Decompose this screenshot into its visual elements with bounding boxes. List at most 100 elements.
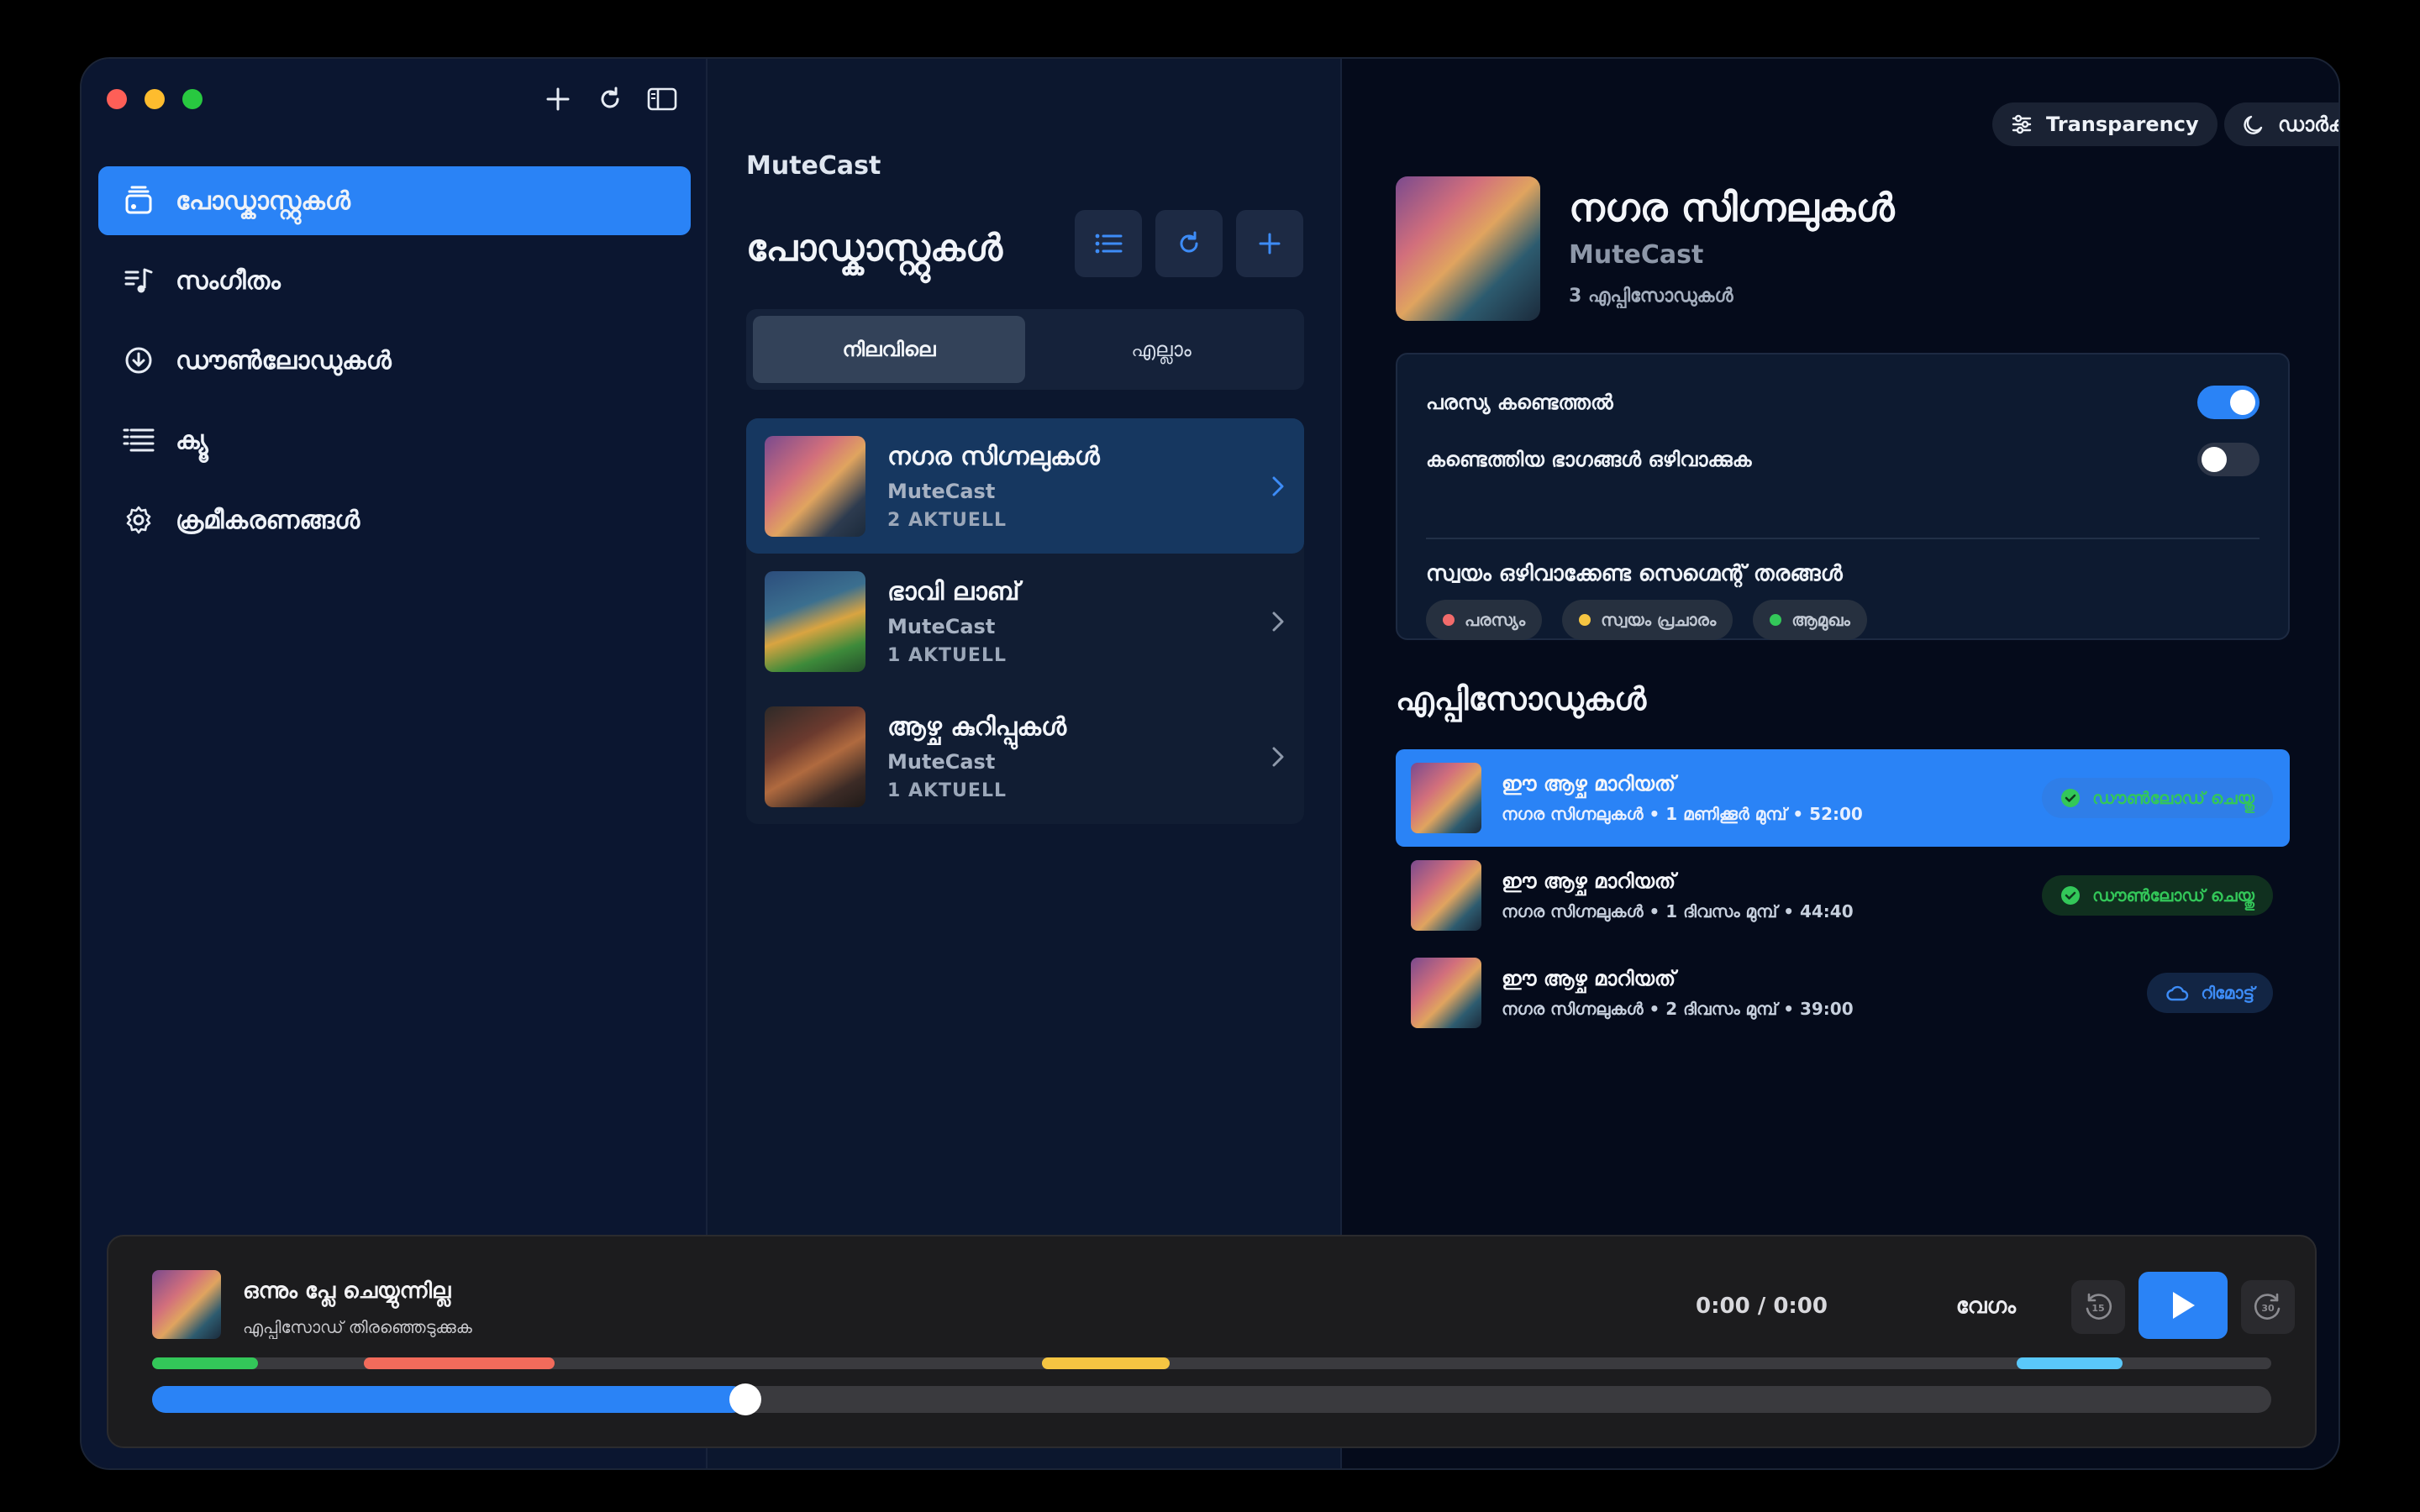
episode-row[interactable]: ഈ ആഴ്ച മാറിയത് നഗര സിഗ്നലുകൾ • 1 ദിവസം മ… bbox=[1396, 847, 2290, 944]
sidebar-item-podcasts[interactable]: പോഡ്കാസ്റ്റുകൾ bbox=[98, 166, 691, 235]
episode-list: ഈ ആഴ്ച മാറിയത് നഗര സിഗ്നലുകൾ • 1 മണിക്കൂ… bbox=[1396, 749, 2290, 1042]
segment-all[interactable]: എല്ലാം bbox=[1025, 316, 1297, 383]
sidebar-item-label: പോഡ്കാസ്റ്റുകൾ bbox=[176, 186, 350, 216]
remote-status-badge: റിമോട്ട് bbox=[2147, 973, 2273, 1013]
podcast-author: MuteCast bbox=[887, 749, 996, 774]
moon-icon bbox=[2244, 115, 2263, 134]
podcast-count: 1 AKTUELL bbox=[887, 780, 1007, 801]
sidebar-item-settings[interactable]: ക്രമീകരണങ്ങൾ bbox=[98, 486, 691, 554]
sidebar-item-label: ക്യൂ bbox=[176, 425, 208, 455]
sidebar-item-queue[interactable]: ക്യൂ bbox=[98, 406, 691, 475]
skip-forward-icon: 30 bbox=[2254, 1293, 2281, 1320]
episode-title: ഈ ആഴ്ച മാറിയത് bbox=[1502, 869, 1676, 893]
play-icon bbox=[2173, 1292, 2195, 1319]
ad-detect-row: പരസ്യ കണ്ടെത്തൽ bbox=[1426, 381, 2260, 423]
skip-forward-button[interactable]: 30 bbox=[2241, 1280, 2295, 1334]
status-label: ഡൗൺലോഡ് ചെയ്തു bbox=[2092, 885, 2254, 906]
chip-label: ആമുഖം bbox=[1791, 610, 1850, 630]
podcast-row[interactable]: ആഴ്ച കുറിപ്പുകൾ MuteCast 1 AKTUELL bbox=[746, 689, 1304, 824]
ad-detect-toggle[interactable] bbox=[2197, 386, 2260, 419]
episode-artwork bbox=[1411, 958, 1481, 1028]
podcast-artwork bbox=[765, 706, 865, 807]
skip-back-seconds: 15 bbox=[2091, 1303, 2104, 1314]
sliders-icon bbox=[2012, 114, 2032, 134]
player-bar: ഒന്നും പ്ലേ ചെയ്യുന്നില്ല എപ്പിസോഡ് തിരഞ… bbox=[107, 1235, 2317, 1448]
player-title: ഒന്നും പ്ലേ ചെയ്യുന്നില്ല bbox=[243, 1278, 451, 1304]
download-status-badge: ഡൗൺലോഡ് ചെയ്തു bbox=[2042, 875, 2273, 916]
progress-slider[interactable] bbox=[152, 1383, 2271, 1415]
speed-button[interactable]: വേഗം bbox=[1956, 1294, 2016, 1320]
sidebar-toolbar bbox=[543, 84, 677, 114]
close-window-button[interactable] bbox=[107, 89, 127, 109]
sidebar-item-label: ഡൗൺലോഡുകൾ bbox=[176, 345, 392, 375]
status-label: റിമോട്ട് bbox=[2201, 983, 2254, 1003]
chip-self-promo[interactable]: സ്വയം പ്രചാരം bbox=[1562, 600, 1733, 640]
download-circle-icon bbox=[122, 344, 155, 377]
episode-meta: നഗര സിഗ്നലുകൾ • 2 ദിവസം മുമ്പ് • 39:00 bbox=[1502, 999, 1854, 1019]
list-view-button[interactable] bbox=[1075, 210, 1142, 277]
podcast-author: MuteCast bbox=[1569, 240, 1704, 270]
page-title: പോഡ്കാസ്റ്റുകൾ bbox=[746, 227, 1003, 270]
chip-intro[interactable]: ആമുഖം bbox=[1753, 600, 1867, 640]
zoom-window-button[interactable] bbox=[182, 89, 203, 109]
add-podcast-button[interactable] bbox=[1236, 210, 1303, 277]
gear-icon bbox=[122, 503, 155, 537]
transparency-button[interactable]: Transparency bbox=[1992, 102, 2217, 146]
sidebar-item-music[interactable]: സംഗീതം bbox=[98, 246, 691, 315]
podcast-title: നഗര സിഗ്നലുകൾ bbox=[887, 441, 1100, 471]
sidebar-toggle-icon[interactable] bbox=[647, 84, 677, 114]
episode-row[interactable]: ഈ ആഴ്ച മാറിയത് നഗര സിഗ്നലുകൾ • 1 മണിക്കൂ… bbox=[1396, 749, 2290, 847]
refresh-button[interactable] bbox=[1155, 210, 1223, 277]
cloud-icon bbox=[2166, 985, 2189, 1001]
segment-marker bbox=[152, 1357, 259, 1369]
chevron-right-icon bbox=[1272, 612, 1284, 631]
podcast-count: 1 AKTUELL bbox=[887, 644, 1007, 666]
podcast-title: നഗര സിഗ്നലുകൾ bbox=[1569, 185, 1895, 230]
filter-segmented-control: നിലവിലെ എല്ലാം bbox=[746, 309, 1304, 390]
window-controls bbox=[107, 89, 203, 109]
podcast-list: നഗര സിഗ്നലുകൾ MuteCast 2 AKTUELL ഭാവി ലാ… bbox=[746, 418, 1304, 824]
theme-button[interactable]: ഡാർക്ക് bbox=[2224, 102, 2338, 146]
segment-current[interactable]: നിലവിലെ bbox=[753, 316, 1025, 383]
episode-title: ഈ ആഴ്ച മാറിയത് bbox=[1502, 772, 1676, 795]
ad-settings-card: പരസ്യ കണ്ടെത്തൽ കണ്ടെത്തിയ ഭാഗങ്ങൾ ഒഴിവാ… bbox=[1396, 353, 2290, 640]
player-time: 0:00 / 0:00 bbox=[1696, 1294, 1828, 1319]
podcast-stack-icon bbox=[122, 184, 155, 218]
player-artwork bbox=[152, 1270, 221, 1339]
segment-map bbox=[152, 1357, 2271, 1369]
plus-icon bbox=[1259, 233, 1281, 255]
episode-artwork bbox=[1411, 763, 1481, 833]
player-subtitle: എപ്പിസോഡ് തിരഞ്ഞെടുക്കുക bbox=[243, 1317, 472, 1337]
progress-knob[interactable] bbox=[729, 1383, 762, 1415]
sidebar-item-downloads[interactable]: ഡൗൺലോഡുകൾ bbox=[98, 326, 691, 395]
podcast-row[interactable]: ഭാവി ലാബ് MuteCast 1 AKTUELL bbox=[746, 554, 1304, 689]
podcast-artwork bbox=[1396, 176, 1540, 321]
skip-back-button[interactable]: 15 bbox=[2071, 1280, 2125, 1334]
music-list-icon bbox=[122, 264, 155, 297]
refresh-icon[interactable] bbox=[595, 84, 625, 114]
divider bbox=[1426, 538, 2260, 539]
podcast-row[interactable]: നഗര സിഗ്നലുകൾ MuteCast 2 AKTUELL bbox=[746, 418, 1304, 554]
plus-icon[interactable] bbox=[543, 84, 573, 114]
podcast-title: ഭാവി ലാബ് bbox=[887, 576, 1020, 606]
segment-marker bbox=[364, 1357, 555, 1369]
chip-label: പരസ്യം bbox=[1465, 610, 1526, 630]
skip-detected-toggle[interactable] bbox=[2197, 443, 2260, 476]
download-status-badge: ഡൗൺലോഡ് ചെയ്തു bbox=[2042, 778, 2273, 818]
ad-detect-label: പരസ്യ കണ്ടെത്തൽ bbox=[1426, 391, 1613, 414]
episode-meta: നഗര സിഗ്നലുകൾ • 1 മണിക്കൂർ മുമ്പ് • 52:0… bbox=[1502, 804, 1863, 824]
app-window: പോഡ്കാസ്റ്റുകൾ സംഗീതം ഡൗൺലോഡുകൾ ക്യൂ ക്ര… bbox=[80, 57, 2340, 1470]
minimize-window-button[interactable] bbox=[145, 89, 165, 109]
sidebar-nav: പോഡ്കാസ്റ്റുകൾ സംഗീതം ഡൗൺലോഡുകൾ ക്യൂ ക്ര… bbox=[98, 166, 691, 565]
chevron-right-icon bbox=[1272, 747, 1284, 766]
play-button[interactable] bbox=[2139, 1272, 2228, 1339]
segment-marker bbox=[2017, 1357, 2123, 1369]
podcast-count: 2 AKTUELL bbox=[887, 509, 1007, 531]
skip-detected-label: കണ്ടെത്തിയ ഭാഗങ്ങൾ ഒഴിവാക്കുക bbox=[1426, 448, 1752, 471]
chip-ad[interactable]: പരസ്യം bbox=[1426, 600, 1543, 640]
podcast-title: ആഴ്ച കുറിപ്പുകൾ bbox=[887, 711, 1067, 742]
progress-fill bbox=[152, 1386, 746, 1413]
chevron-right-icon bbox=[1272, 476, 1284, 496]
episode-row[interactable]: ഈ ആഴ്ച മാറിയത് നഗര സിഗ്നലുകൾ • 2 ദിവസം മ… bbox=[1396, 944, 2290, 1042]
segment-marker bbox=[1042, 1357, 1170, 1369]
